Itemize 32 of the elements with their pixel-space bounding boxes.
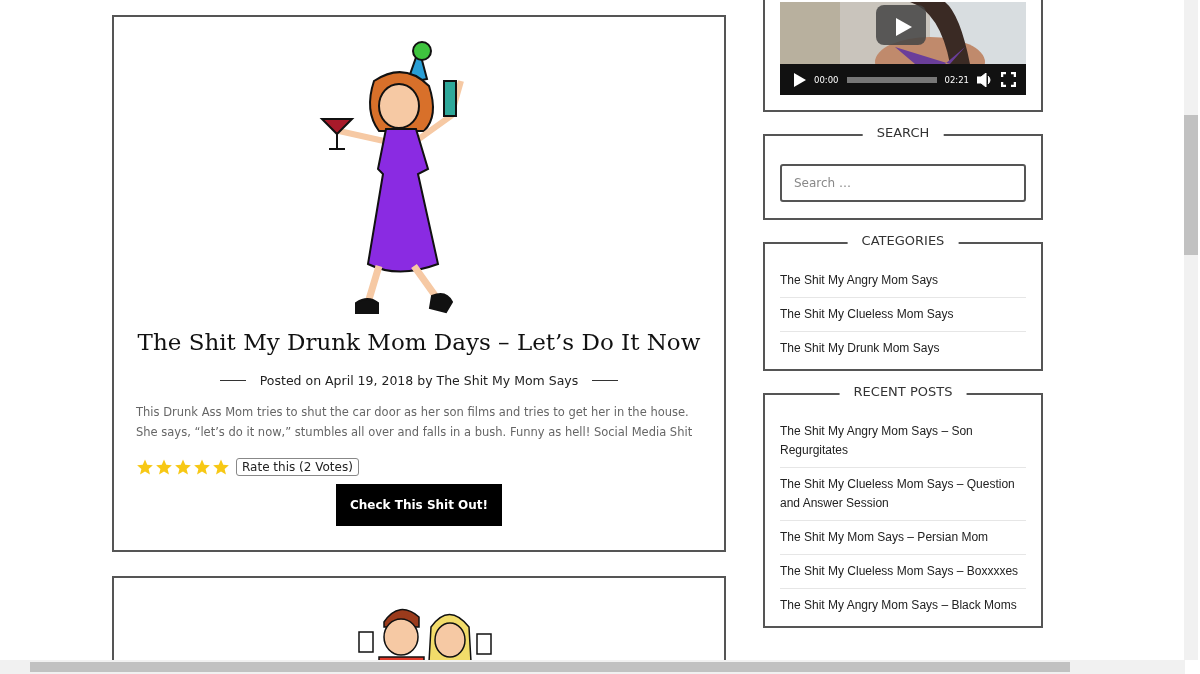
star-rating[interactable] — [136, 458, 230, 476]
sidebar-link[interactable]: The Shit My Clueless Mom Says – Question and Answer Session — [780, 475, 1026, 513]
star-icon[interactable] — [193, 458, 211, 476]
play-icon[interactable] — [794, 72, 806, 87]
check-out-button[interactable]: Check This Shit Out! — [335, 484, 503, 526]
star-icon[interactable] — [212, 458, 230, 476]
sidebar-link[interactable]: The Shit My Angry Mom Says – Black Moms — [780, 596, 1026, 615]
widget-title: RECENT POSTS — [839, 384, 967, 399]
rating-label: Rate this (2 Votes) — [236, 458, 359, 476]
star-icon[interactable] — [174, 458, 192, 476]
widget-title: CATEGORIES — [847, 233, 959, 248]
star-icon[interactable] — [155, 458, 173, 476]
post-title[interactable]: The Shit My Drunk Mom Days – Let’s Do It Now — [137, 329, 701, 355]
current-time: 00:00 — [814, 74, 839, 85]
duration: 02:21 — [944, 74, 969, 85]
post-meta: Posted on April 19, 2018 by The Shit My Mom Says — [259, 373, 579, 388]
sidebar-link[interactable]: The Shit My Angry Mom Says — [780, 271, 1026, 290]
play-icon[interactable] — [896, 18, 912, 36]
sidebar-link[interactable]: The Shit My Clueless Mom Says – Boxxxxes — [780, 562, 1026, 581]
post-excerpt: This Drunk Ass Mom tries to shut the car door as her son films and tries to get her in the house. She says, “let’s do it now,” stumbles all over and falls in a bush. Funny as hell! Social Media Shit — [136, 404, 694, 441]
star-icon[interactable] — [136, 458, 154, 476]
sidebar-link[interactable]: The Shit My Angry Mom Says – Son Regurgitates — [780, 422, 1026, 460]
sidebar-link[interactable]: The Shit My Clueless Mom Says — [780, 305, 1026, 324]
sidebar-link[interactable]: The Shit My Mom Says – Persian Mom — [780, 528, 1026, 547]
fullscreen-icon[interactable] — [1001, 72, 1016, 87]
volume-icon[interactable] — [977, 72, 993, 87]
sidebar-link[interactable]: The Shit My Drunk Mom Says — [780, 339, 1026, 358]
scrollbar[interactable] — [1184, 0, 1198, 660]
search-field[interactable]: Search … — [780, 164, 1026, 202]
widget-title: SEARCH — [862, 125, 944, 140]
seek-bar[interactable] — [846, 76, 937, 83]
scrollbar[interactable] — [0, 660, 1185, 674]
